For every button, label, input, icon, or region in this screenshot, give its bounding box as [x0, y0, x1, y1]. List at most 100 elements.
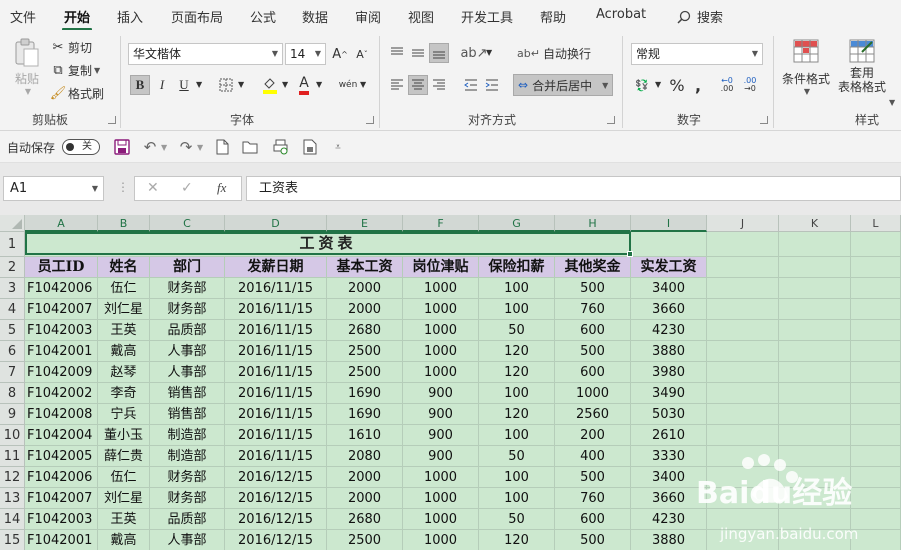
header-cell[interactable]: 员工ID: [25, 257, 98, 278]
chevron-down-icon[interactable]: ▼: [486, 48, 492, 57]
table-cell[interactable]: 5030: [631, 404, 707, 425]
table-cell[interactable]: 760: [555, 299, 631, 320]
table-cell[interactable]: 人事部: [150, 362, 225, 383]
table-cell[interactable]: 1000: [403, 530, 479, 550]
table-cell[interactable]: 2016/11/15: [225, 320, 327, 341]
table-cell[interactable]: 2500: [327, 362, 403, 383]
table-cell[interactable]: 1000: [555, 383, 631, 404]
column-header-a[interactable]: A: [25, 215, 98, 232]
print-preview-icon[interactable]: [270, 137, 290, 157]
table-cell[interactable]: 2610: [631, 425, 707, 446]
table-cell[interactable]: 伍仁: [98, 467, 150, 488]
format-as-table-button[interactable]: 套用 表格格式: [836, 38, 888, 94]
chevron-down-icon[interactable]: ▼: [197, 143, 203, 152]
column-header-j[interactable]: J: [707, 215, 779, 232]
table-cell[interactable]: 销售部: [150, 383, 225, 404]
table-cell[interactable]: 2016/11/15: [225, 425, 327, 446]
table-cell[interactable]: 2016/11/15: [225, 383, 327, 404]
table-cell[interactable]: 3660: [631, 299, 707, 320]
row-header-2[interactable]: 2: [0, 257, 25, 278]
table-cell[interactable]: 伍仁: [98, 278, 150, 299]
table-cell[interactable]: 戴高: [98, 341, 150, 362]
table-cell[interactable]: 1610: [327, 425, 403, 446]
comma-style-icon[interactable]: ,: [688, 75, 708, 95]
table-cell[interactable]: F1042005: [25, 446, 98, 467]
table-cell[interactable]: 2000: [327, 467, 403, 488]
table-cell[interactable]: 3400: [631, 467, 707, 488]
table-cell[interactable]: F1042001: [25, 530, 98, 550]
table-cell[interactable]: 760: [555, 488, 631, 509]
table-cell[interactable]: 1000: [403, 362, 479, 383]
row-header-6[interactable]: 6: [0, 341, 25, 362]
table-cell[interactable]: 2680: [327, 320, 403, 341]
table-cell[interactable]: 1000: [403, 488, 479, 509]
table-cell[interactable]: 戴高: [98, 530, 150, 550]
table-cell[interactable]: 1000: [403, 341, 479, 362]
table-cell[interactable]: 2000: [327, 278, 403, 299]
column-header-d[interactable]: D: [225, 215, 327, 232]
header-cell[interactable]: 实发工资: [631, 257, 707, 278]
table-cell[interactable]: 120: [479, 404, 555, 425]
percent-icon[interactable]: %: [667, 75, 687, 95]
chevron-down-icon[interactable]: ▼: [655, 80, 661, 89]
chevron-down-icon[interactable]: ▼: [316, 80, 322, 89]
row-header-15[interactable]: 15: [0, 530, 25, 550]
column-header-h[interactable]: H: [555, 215, 631, 232]
table-cell[interactable]: F1042003: [25, 509, 98, 530]
tab-home[interactable]: 开始: [61, 7, 93, 31]
header-cell[interactable]: 基本工资: [327, 257, 403, 278]
fill-color-icon[interactable]: [260, 75, 280, 95]
table-cell[interactable]: 100: [479, 383, 555, 404]
table-cell[interactable]: 2016/11/15: [225, 341, 327, 362]
tab-help[interactable]: 帮助: [540, 7, 566, 26]
align-left-icon[interactable]: [387, 75, 407, 95]
table-cell[interactable]: 600: [555, 509, 631, 530]
row-header-8[interactable]: 8: [0, 383, 25, 404]
tab-developer[interactable]: 开发工具: [461, 7, 513, 26]
enter-icon[interactable]: ✓: [181, 180, 193, 196]
select-all-corner[interactable]: [0, 215, 25, 232]
table-cell[interactable]: 1000: [403, 320, 479, 341]
chevron-down-icon[interactable]: ▼: [196, 80, 202, 89]
undo-icon[interactable]: ↶: [140, 137, 160, 157]
table-cell[interactable]: F1042006: [25, 278, 98, 299]
open-folder-icon[interactable]: [240, 137, 260, 157]
title-cell-a1[interactable]: 工资表: [25, 232, 631, 255]
table-cell[interactable]: 刘仁星: [98, 488, 150, 509]
table-cell[interactable]: F1042002: [25, 383, 98, 404]
increase-decimal-icon[interactable]: ←0.00: [717, 75, 737, 95]
number-format-dropdown[interactable]: 常规 ▼: [631, 43, 763, 65]
table-cell[interactable]: 500: [555, 530, 631, 550]
number-launcher-icon[interactable]: [760, 116, 768, 124]
table-cell[interactable]: 600: [555, 320, 631, 341]
table-cell[interactable]: 财务部: [150, 488, 225, 509]
row-header-4[interactable]: 4: [0, 299, 25, 320]
tab-page-layout[interactable]: 页面布局: [171, 7, 223, 26]
table-cell[interactable]: 2000: [327, 299, 403, 320]
table-cell[interactable]: 2016/12/15: [225, 488, 327, 509]
table-cell[interactable]: 900: [403, 425, 479, 446]
tab-acrobat[interactable]: Acrobat: [596, 7, 646, 22]
row-header-14[interactable]: 14: [0, 509, 25, 530]
header-cell[interactable]: 保险扣薪: [479, 257, 555, 278]
phonetic-icon[interactable]: wén: [336, 75, 360, 95]
table-cell[interactable]: 900: [403, 446, 479, 467]
tab-review[interactable]: 审阅: [355, 7, 381, 26]
table-cell[interactable]: 100: [479, 467, 555, 488]
column-header-e[interactable]: E: [327, 215, 403, 232]
column-header-g[interactable]: G: [479, 215, 555, 232]
align-bottom-icon[interactable]: [429, 43, 449, 63]
row-header-11[interactable]: 11: [0, 446, 25, 467]
table-cell[interactable]: 1000: [403, 278, 479, 299]
tab-insert[interactable]: 插入: [117, 7, 143, 26]
table-cell[interactable]: 100: [479, 425, 555, 446]
tab-formulas[interactable]: 公式: [250, 7, 276, 26]
table-cell[interactable]: 900: [403, 404, 479, 425]
table-cell[interactable]: 4230: [631, 320, 707, 341]
table-cell[interactable]: 1000: [403, 509, 479, 530]
increase-font-size-icon[interactable]: A ^: [330, 44, 350, 64]
table-cell[interactable]: 600: [555, 362, 631, 383]
name-box[interactable]: A1 ▼: [3, 176, 104, 201]
table-cell[interactable]: 2500: [327, 530, 403, 550]
table-cell[interactable]: 1000: [403, 467, 479, 488]
